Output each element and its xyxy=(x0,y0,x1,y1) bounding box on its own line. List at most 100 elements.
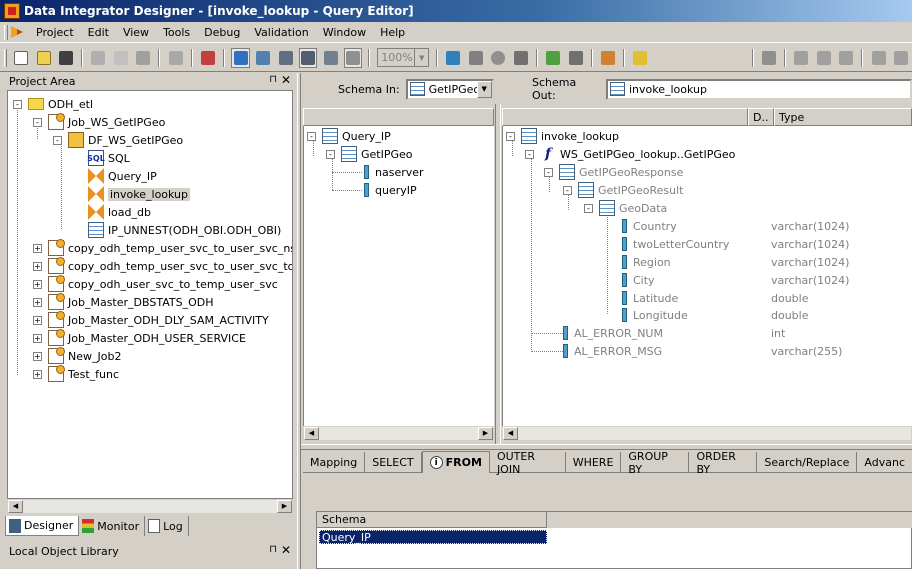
expand-icon[interactable]: + xyxy=(33,279,42,289)
tab-select[interactable]: SELECT xyxy=(365,452,422,473)
schema-out-item-country[interactable]: Country varchar(1024) xyxy=(617,217,907,235)
help-button[interactable] xyxy=(631,48,649,68)
schema-out-scrollbar[interactable]: ◀ xyxy=(502,426,912,441)
collapse-icon[interactable]: - xyxy=(326,149,335,159)
menu-help[interactable]: Help xyxy=(373,26,412,39)
collapse-icon[interactable]: - xyxy=(33,117,42,127)
project-area-toggle[interactable] xyxy=(231,47,250,68)
tree-item-job-ws-getipgeo[interactable]: - Job_WS_GetIPGeo xyxy=(33,113,165,131)
schema-out-item-latitude[interactable]: Latitude double xyxy=(617,289,907,307)
breakpoint-button[interactable] xyxy=(869,48,887,68)
editor-splitter[interactable] xyxy=(301,444,912,450)
schema-out-item-region[interactable]: Region varchar(1024) xyxy=(617,253,907,271)
tab-where[interactable]: WHERE xyxy=(566,452,622,473)
schema-out-item-twolettercountry[interactable]: twoLetterCountry varchar(1024) xyxy=(617,235,907,253)
panel-splitter[interactable] xyxy=(297,73,301,569)
help-query-button[interactable] xyxy=(512,48,530,68)
expand-icon[interactable]: + xyxy=(33,315,42,325)
scroll-left-icon[interactable]: ◀ xyxy=(304,427,319,440)
open-button[interactable] xyxy=(34,48,52,68)
collapse-icon[interactable]: - xyxy=(506,131,515,141)
schema-out-field[interactable]: invoke_lookup xyxy=(605,78,912,100)
schema-out-item-al-error-msg[interactable]: AL_ERROR_MSG varchar(255) xyxy=(558,342,907,360)
scroll-left-icon[interactable]: ◀ xyxy=(503,427,518,440)
tab-from[interactable]: i FROM xyxy=(421,451,490,473)
collapse-icon[interactable]: - xyxy=(525,149,534,159)
schema-in-item-queryip[interactable]: queryIP xyxy=(359,181,417,199)
tree-item-ip-unnest[interactable]: IP_UNNEST(ODH_OBI.ODH_OBI) xyxy=(88,221,281,239)
print-button[interactable] xyxy=(166,48,184,68)
forward-button[interactable] xyxy=(566,48,584,68)
expand-icon[interactable]: + xyxy=(33,333,42,343)
expand-icon[interactable]: + xyxy=(33,297,42,307)
tree-item-copy-user-svc[interactable]: + copy_odh_user_svc_to_temp_user_svc xyxy=(33,275,278,293)
schema-in-item-naserver[interactable]: naserver xyxy=(359,163,424,181)
expand-icon[interactable]: + xyxy=(33,351,42,361)
menu-project[interactable]: Project xyxy=(29,26,81,39)
column-header-type[interactable]: Type xyxy=(774,108,912,126)
from-grid-row-selected[interactable]: Query_IP xyxy=(319,530,547,544)
back-window-button[interactable] xyxy=(321,48,339,68)
schema-out-item-geodata[interactable]: - GeoData xyxy=(584,199,667,217)
tab-outer-join[interactable]: OUTER JOIN xyxy=(490,450,566,476)
output-toggle[interactable] xyxy=(298,47,318,68)
schema-out-item-invoke-lookup[interactable]: - invoke_lookup xyxy=(506,127,619,145)
cut-button[interactable] xyxy=(89,48,107,68)
tree-item-dly-sam[interactable]: + Job_Master_ODH_DLY_SAM_ACTIVITY xyxy=(33,311,269,329)
schema-out-item-longitude[interactable]: Longitude double xyxy=(617,306,907,324)
app-icon[interactable] xyxy=(4,3,20,19)
new-button[interactable] xyxy=(12,48,30,68)
menubar-grip[interactable] xyxy=(4,24,8,40)
tab-mapping[interactable]: Mapping xyxy=(303,452,366,473)
menu-view[interactable]: View xyxy=(116,26,156,39)
debug-step-button[interactable] xyxy=(760,48,778,68)
run-button[interactable] xyxy=(892,48,910,68)
column-header-name[interactable] xyxy=(502,108,748,126)
step-out-button[interactable] xyxy=(837,48,855,68)
tree-item-query-ip[interactable]: Query_IP xyxy=(88,167,157,185)
tab-order-by[interactable]: ORDER BY xyxy=(689,450,758,476)
document-icon[interactable] xyxy=(11,26,23,38)
schema-splitter[interactable] xyxy=(495,104,501,444)
schema-in-scrollbar[interactable]: ◀ ▶ xyxy=(303,426,494,441)
schema-out-item-getipgeoresponse[interactable]: - GetIPGeoResponse xyxy=(544,163,683,181)
close-icon[interactable]: ✕ xyxy=(281,543,291,557)
tab-search-replace[interactable]: Search/Replace xyxy=(757,452,858,473)
zoom-select[interactable]: 100% ▼ xyxy=(377,48,430,67)
variables-toggle[interactable] xyxy=(276,48,294,68)
scroll-right-icon[interactable]: ▶ xyxy=(277,500,292,513)
project-tree-scrollbar[interactable]: ◀ ▶ xyxy=(7,499,293,514)
menu-tools[interactable]: Tools xyxy=(156,26,197,39)
close-icon[interactable]: ✕ xyxy=(281,73,291,87)
delete-button[interactable] xyxy=(199,48,217,68)
tree-item-dbstats[interactable]: + Job_Master_DBSTATS_ODH xyxy=(33,293,213,311)
tree-item-new-job2[interactable]: + New_Job2 xyxy=(33,347,121,365)
menu-debug[interactable]: Debug xyxy=(197,26,247,39)
schema-out-item-city[interactable]: City varchar(1024) xyxy=(617,271,907,289)
scroll-left-icon[interactable]: ◀ xyxy=(8,500,23,513)
step-in-button[interactable] xyxy=(792,48,810,68)
tab-advanced[interactable]: Advanc xyxy=(857,452,912,473)
schema-out-item-getipgeoresult[interactable]: - GetIPGeoResult xyxy=(563,181,684,199)
pin-icon[interactable]: ⊓ xyxy=(269,544,277,555)
schema-in-select[interactable]: GetIPGeo ▼ xyxy=(405,78,494,100)
collapse-icon[interactable]: - xyxy=(584,203,593,213)
schema-out-item-al-error-num[interactable]: AL_ERROR_NUM int xyxy=(558,324,907,342)
debug-button[interactable] xyxy=(599,48,617,68)
menu-edit[interactable]: Edit xyxy=(81,26,116,39)
validate-all-button[interactable] xyxy=(467,48,485,68)
scroll-right-icon[interactable]: ▶ xyxy=(478,427,493,440)
tab-monitor[interactable]: Monitor xyxy=(79,516,146,536)
paste-button[interactable] xyxy=(134,48,152,68)
tree-item-load-db[interactable]: load_db xyxy=(88,203,151,221)
save-all-button[interactable] xyxy=(57,48,75,68)
schema-in-item-query-ip[interactable]: - Query_IP xyxy=(307,127,391,145)
chevron-down-icon[interactable]: ▼ xyxy=(476,80,492,98)
tree-item-copy-toon[interactable]: + copy_odh_temp_user_svc_to_user_svc_too… xyxy=(33,257,292,275)
menu-validation[interactable]: Validation xyxy=(247,26,315,39)
expand-icon[interactable]: + xyxy=(33,261,42,271)
object-library-toggle[interactable] xyxy=(254,48,272,68)
menu-window[interactable]: Window xyxy=(316,26,373,39)
tree-item-invoke-lookup[interactable]: invoke_lookup xyxy=(88,185,191,203)
collapse-icon[interactable]: - xyxy=(544,167,553,177)
